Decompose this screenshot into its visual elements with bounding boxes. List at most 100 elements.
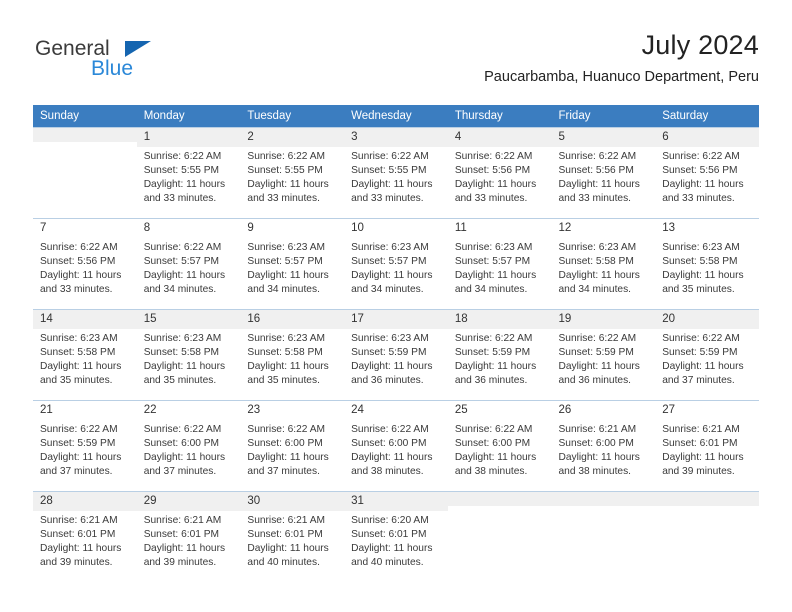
calendar-day-cell[interactable]: 28 Sunrise: 6:21 AM Sunset: 6:01 PM Dayligh… bbox=[33, 491, 137, 582]
calendar-day-cell[interactable]: 31 Sunrise: 6:20 AM Sunset: 6:01 PM Dayligh… bbox=[344, 491, 448, 582]
sunset-text: Sunset: 6:00 PM bbox=[247, 438, 323, 450]
calendar-day-cell[interactable]: 23 Sunrise: 6:22 AM Sunset: 6:00 PM Dayligh… bbox=[240, 400, 345, 492]
calendar-day-cell[interactable]: 17 Sunrise: 6:23 AM Sunset: 5:59 PM Dayligh… bbox=[344, 309, 448, 401]
calendar-day-cell[interactable]: 24 Sunrise: 6:22 AM Sunset: 6:00 PM Dayligh… bbox=[344, 400, 448, 492]
calendar-day-cell[interactable]: 29 Sunrise: 6:21 AM Sunset: 6:01 PM Dayligh… bbox=[136, 491, 241, 582]
sunrise-text: Sunrise: 6:21 AM bbox=[143, 515, 222, 527]
calendar-day-cell[interactable]: 10 Sunrise: 6:23 AM Sunset: 5:57 PM Dayligh… bbox=[344, 218, 448, 310]
sunrise-text: Sunrise: 6:22 AM bbox=[143, 151, 222, 163]
calendar-day-cell[interactable]: 22 Sunrise: 6:22 AM Sunset: 6:00 PM Dayligh… bbox=[136, 400, 241, 492]
calendar-day-cell[interactable]: 19 Sunrise: 6:22 AM Sunset: 5:59 PM Dayligh… bbox=[551, 309, 656, 401]
calendar-day-cell[interactable]: 18 Sunrise: 6:22 AM Sunset: 5:59 PM Dayligh… bbox=[447, 309, 552, 401]
daylight-text-line1: Daylight: 11 hours bbox=[351, 179, 433, 191]
day-details: Sunrise: 6:20 AM Sunset: 6:01 PM Daylight:… bbox=[344, 511, 448, 570]
calendar-day-cell[interactable]: 12 Sunrise: 6:23 AM Sunset: 5:58 PM Dayligh… bbox=[551, 218, 656, 310]
daylight-text-line2: and 34 minutes. bbox=[351, 284, 424, 296]
sunrise-text: Sunrise: 6:23 AM bbox=[454, 242, 533, 254]
logo-text-general: General bbox=[35, 37, 110, 60]
daylight-text-line2: and 38 minutes. bbox=[558, 466, 632, 478]
calendar-day-cell[interactable]: 11 Sunrise: 6:23 AM Sunset: 5:57 PM Dayligh… bbox=[447, 218, 552, 310]
calendar-day-cell[interactable]: 15 Sunrise: 6:23 AM Sunset: 5:58 PM Dayligh… bbox=[136, 309, 241, 401]
sunrise-text: Sunrise: 6:21 AM bbox=[40, 515, 118, 527]
sunrise-text: Sunrise: 6:22 AM bbox=[662, 333, 740, 345]
sunrise-text: Sunrise: 6:22 AM bbox=[662, 151, 740, 163]
calendar-body: 1 Sunrise: 6:22 AM Sunset: 5:55 PM Daylight… bbox=[33, 127, 759, 582]
sunset-text: Sunset: 5:55 PM bbox=[247, 165, 323, 177]
day-number: 30 bbox=[240, 492, 345, 512]
calendar-day-cell[interactable]: 9 Sunrise: 6:23 AM Sunset: 5:57 PM Daylight… bbox=[240, 218, 345, 310]
daylight-text-line2: and 33 minutes. bbox=[558, 193, 632, 205]
calendar-day-cell[interactable]: 3 Sunrise: 6:22 AM Sunset: 5:55 PM Daylight… bbox=[344, 127, 448, 219]
day-cell-inner: 17 Sunrise: 6:23 AM Sunset: 5:59 PM Dayligh… bbox=[344, 310, 448, 400]
calendar-day-cell[interactable]: 20 Sunrise: 6:22 AM Sunset: 5:59 PM Dayligh… bbox=[655, 309, 759, 401]
day-cell-inner: 1 Sunrise: 6:22 AM Sunset: 5:55 PM Daylight… bbox=[136, 128, 241, 218]
sunset-text: Sunset: 5:58 PM bbox=[247, 347, 323, 359]
daylight-text-line1: Daylight: 11 hours bbox=[143, 361, 226, 373]
day-cell-inner: 27 Sunrise: 6:21 AM Sunset: 6:01 PM Dayligh… bbox=[655, 401, 759, 491]
calendar-day-cell[interactable]: 7 Sunrise: 6:22 AM Sunset: 5:56 PM Daylight… bbox=[33, 218, 137, 310]
calendar-week-row: 28 Sunrise: 6:21 AM Sunset: 6:01 PM Dayligh… bbox=[33, 491, 759, 582]
daylight-text-line1: Daylight: 11 hours bbox=[351, 361, 433, 373]
calendar-day-cell[interactable]: 2 Sunrise: 6:22 AM Sunset: 5:55 PM Daylight… bbox=[240, 127, 345, 219]
daylight-text-line2: and 35 minutes. bbox=[40, 375, 113, 387]
day-number bbox=[33, 128, 137, 142]
day-details: Sunrise: 6:22 AM Sunset: 6:00 PM Daylight:… bbox=[137, 420, 241, 479]
daylight-text-line1: Daylight: 11 hours bbox=[662, 452, 744, 464]
day-number: 11 bbox=[447, 219, 552, 239]
daylight-text-line2: and 36 minutes. bbox=[558, 375, 632, 387]
calendar-day-cell[interactable]: 14 Sunrise: 6:23 AM Sunset: 5:58 PM Dayligh… bbox=[33, 309, 137, 401]
sunrise-text: Sunrise: 6:23 AM bbox=[351, 333, 429, 345]
calendar-day-cell[interactable]: 6 Sunrise: 6:22 AM Sunset: 5:56 PM Daylight… bbox=[655, 127, 759, 219]
day-details: Sunrise: 6:21 AM Sunset: 6:01 PM Daylight:… bbox=[240, 511, 344, 570]
sunset-text: Sunset: 6:00 PM bbox=[558, 438, 634, 450]
day-cell-inner: 7 Sunrise: 6:22 AM Sunset: 5:56 PM Daylight… bbox=[33, 219, 137, 309]
day-number: 9 bbox=[240, 219, 345, 239]
sunset-text: Sunset: 5:58 PM bbox=[662, 256, 738, 268]
day-details: Sunrise: 6:22 AM Sunset: 5:57 PM Daylight:… bbox=[137, 238, 241, 297]
calendar-day-cell[interactable]: 30 Sunrise: 6:21 AM Sunset: 6:01 PM Dayligh… bbox=[240, 491, 345, 582]
daylight-text-line1: Daylight: 11 hours bbox=[454, 179, 537, 191]
weekday-header-sunday: Sunday bbox=[33, 105, 137, 128]
daylight-text-line2: and 40 minutes. bbox=[247, 557, 320, 569]
sunset-text: Sunset: 5:57 PM bbox=[143, 256, 220, 268]
weekday-header-wednesday: Wednesday bbox=[344, 105, 448, 128]
day-cell-inner: 8 Sunrise: 6:22 AM Sunset: 5:57 PM Daylight… bbox=[136, 219, 241, 309]
calendar-day-cell[interactable]: 8 Sunrise: 6:22 AM Sunset: 5:57 PM Daylight… bbox=[136, 218, 241, 310]
sunset-text: Sunset: 6:01 PM bbox=[662, 438, 738, 450]
calendar-day-cell[interactable]: 13 Sunrise: 6:23 AM Sunset: 5:58 PM Dayligh… bbox=[655, 218, 759, 310]
day-number: 17 bbox=[344, 310, 448, 330]
sunset-text: Sunset: 6:00 PM bbox=[143, 438, 220, 450]
logo-text-blue: Blue bbox=[91, 57, 134, 80]
sunset-text: Sunset: 5:56 PM bbox=[454, 165, 531, 177]
day-details: Sunrise: 6:22 AM Sunset: 5:56 PM Daylight:… bbox=[448, 147, 552, 206]
daylight-text-line2: and 35 minutes. bbox=[662, 284, 735, 296]
sunset-text: Sunset: 5:59 PM bbox=[558, 347, 634, 359]
day-cell-inner: 11 Sunrise: 6:23 AM Sunset: 5:57 PM Dayligh… bbox=[447, 219, 552, 309]
sunrise-text: Sunrise: 6:22 AM bbox=[454, 151, 533, 163]
calendar-day-cell[interactable]: 21 Sunrise: 6:22 AM Sunset: 5:59 PM Dayligh… bbox=[33, 400, 137, 492]
daylight-text-line1: Daylight: 11 hours bbox=[662, 270, 744, 282]
daylight-text-line2: and 34 minutes. bbox=[454, 284, 528, 296]
day-details: Sunrise: 6:22 AM Sunset: 5:56 PM Daylight:… bbox=[655, 147, 759, 206]
calendar-day-cell[interactable]: 27 Sunrise: 6:21 AM Sunset: 6:01 PM Dayligh… bbox=[655, 400, 759, 492]
general-blue-logo[interactable]: General Blue bbox=[33, 34, 233, 94]
day-number: 15 bbox=[136, 310, 241, 330]
calendar-day-cell[interactable]: 25 Sunrise: 6:22 AM Sunset: 6:00 PM Dayligh… bbox=[447, 400, 552, 492]
day-details: Sunrise: 6:22 AM Sunset: 5:55 PM Daylight:… bbox=[344, 147, 448, 206]
sunrise-text: Sunrise: 6:21 AM bbox=[662, 424, 740, 436]
day-details: Sunrise: 6:22 AM Sunset: 6:00 PM Daylight:… bbox=[240, 420, 344, 479]
calendar-day-cell[interactable]: 4 Sunrise: 6:22 AM Sunset: 5:56 PM Daylight… bbox=[447, 127, 552, 219]
sunrise-text: Sunrise: 6:23 AM bbox=[40, 333, 118, 345]
daylight-text-line1: Daylight: 11 hours bbox=[247, 270, 329, 282]
day-cell-inner: 16 Sunrise: 6:23 AM Sunset: 5:58 PM Dayligh… bbox=[240, 310, 345, 400]
day-details: Sunrise: 6:21 AM Sunset: 6:01 PM Daylight:… bbox=[655, 420, 759, 479]
daylight-text-line1: Daylight: 11 hours bbox=[662, 179, 744, 191]
weekday-header-thursday: Thursday bbox=[447, 105, 552, 128]
calendar-day-cell[interactable]: 16 Sunrise: 6:23 AM Sunset: 5:58 PM Dayligh… bbox=[240, 309, 345, 401]
calendar-day-cell[interactable]: 5 Sunrise: 6:22 AM Sunset: 5:56 PM Daylight… bbox=[551, 127, 656, 219]
daylight-text-line1: Daylight: 11 hours bbox=[454, 361, 537, 373]
calendar-day-cell[interactable]: 1 Sunrise: 6:22 AM Sunset: 5:55 PM Daylight… bbox=[136, 127, 241, 219]
day-details: Sunrise: 6:22 AM Sunset: 5:55 PM Daylight:… bbox=[240, 147, 344, 206]
calendar-day-cell[interactable]: 26 Sunrise: 6:21 AM Sunset: 6:00 PM Dayligh… bbox=[551, 400, 656, 492]
calendar-grid: Sunday Monday Tuesday Wednesday Thursday… bbox=[33, 105, 759, 582]
